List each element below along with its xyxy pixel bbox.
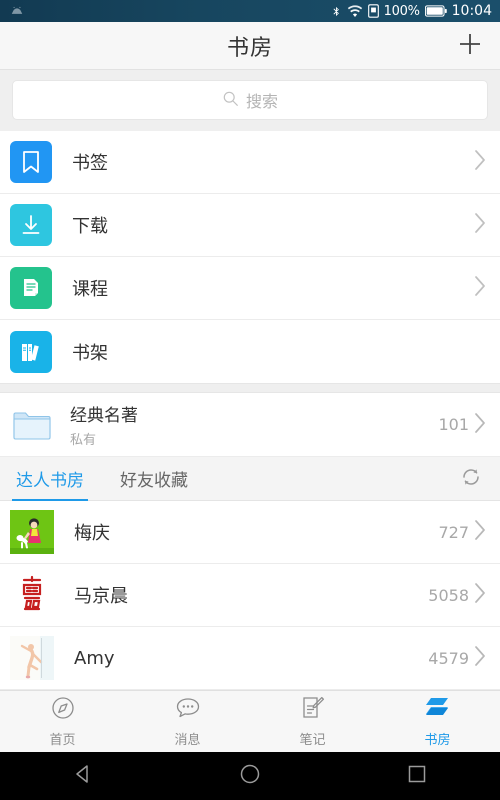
sim-icon: [367, 4, 379, 18]
home-circle-icon: [239, 763, 261, 789]
bookshelf-icon: [10, 330, 52, 373]
search-icon: [222, 90, 239, 111]
folder-title: 经典名著: [70, 406, 138, 426]
person-count: 727: [438, 522, 469, 542]
status-bar: 100% 10:04: [0, 0, 500, 22]
menu-item-downloads[interactable]: 下载: [0, 194, 500, 257]
nav-item-label: 首页: [49, 733, 76, 748]
system-home-button[interactable]: [220, 752, 280, 800]
girl-with-dog-avatar: [10, 510, 54, 554]
red-seal-avatar: [10, 573, 54, 617]
nav-item-messages[interactable]: 消息: [125, 691, 250, 752]
chevron-right-icon: [475, 646, 486, 670]
system-back-button[interactable]: [53, 752, 113, 800]
battery-full-icon: [424, 5, 447, 17]
content-scroll[interactable]: 书签 下载 课程 书架 经典名著 私有 101 达人书房 好友收藏 梅庆 727…: [0, 131, 500, 690]
tab-label: 好友收藏: [120, 471, 188, 491]
menu-item-courses[interactable]: 课程: [0, 257, 500, 320]
title-bar: 书房: [0, 22, 500, 70]
folder-count: 101: [438, 415, 469, 434]
refresh-icon: [459, 465, 483, 493]
chat-bubble-icon: [174, 695, 202, 725]
menu-item-label: 书架: [72, 342, 108, 364]
chevron-right-icon: [475, 276, 486, 300]
system-recents-button[interactable]: [387, 752, 447, 800]
person-count: 5058: [428, 585, 469, 605]
app-root: 100% 10:04 书房 搜索 书签 下载 课程 书架 经典名著 私有 101…: [0, 0, 500, 800]
android-notification-icon: [10, 4, 24, 18]
person-name: Amy: [74, 647, 115, 669]
bluetooth-icon: [331, 4, 342, 19]
chevron-right-icon: [475, 520, 486, 544]
list-item[interactable]: Amy 4579: [0, 627, 500, 690]
bottom-navigation: 首页 消息 笔记 书房: [0, 690, 500, 752]
plus-icon: [457, 31, 483, 61]
android-system-bar: [0, 752, 500, 800]
search-section: 搜索: [0, 70, 500, 131]
battery-percent-label: 100%: [383, 3, 420, 19]
status-bar-clock: 10:04: [451, 3, 492, 19]
tab-label: 达人书房: [16, 471, 84, 491]
nav-item-home[interactable]: 首页: [0, 691, 125, 752]
chevron-right-icon: [475, 412, 486, 437]
folder-subtitle: 私有: [70, 433, 97, 448]
section-divider: [0, 383, 500, 393]
recents-square-icon: [407, 764, 427, 788]
search-placeholder: 搜索: [245, 92, 278, 111]
chevron-right-icon: [475, 583, 486, 607]
menu-item-bookshelf[interactable]: 书架: [0, 320, 500, 383]
search-input[interactable]: 搜索: [12, 80, 488, 120]
chevron-right-icon: [475, 213, 486, 237]
books-stack-icon: [422, 695, 454, 725]
ballerina-avatar: [10, 636, 54, 680]
folder-row[interactable]: 经典名著 私有 101: [0, 393, 500, 457]
tab-bar: 达人书房 好友收藏: [0, 457, 500, 501]
nav-item-label: 笔记: [299, 733, 326, 748]
people-list: 梅庆 727 马京晨 5058 Amy 4579: [0, 501, 500, 690]
download-icon: [10, 204, 52, 246]
menu-item-label: 书签: [72, 153, 108, 174]
add-button[interactable]: [454, 30, 486, 62]
tab-haoyou-shoucang[interactable]: 好友收藏: [116, 457, 192, 501]
folder-icon: [12, 410, 52, 440]
status-bar-notifications: [10, 4, 24, 18]
menu-group: 书签 下载 课程 书架: [0, 131, 500, 383]
person-count: 4579: [428, 648, 469, 668]
wifi-icon: [347, 4, 363, 18]
bookmark-icon: [10, 141, 52, 183]
page-title: 书房: [226, 35, 273, 61]
nav-item-notes[interactable]: 笔记: [250, 691, 375, 752]
menu-item-label: 课程: [72, 279, 108, 300]
status-bar-indicators: 100% 10:04: [331, 3, 492, 19]
person-name: 马京晨: [74, 586, 128, 607]
folder-text: 经典名著 私有: [70, 401, 438, 448]
course-document-icon: [10, 267, 52, 309]
list-item[interactable]: 梅庆 727: [0, 501, 500, 564]
note-edit-icon: [300, 695, 326, 725]
compass-icon: [50, 695, 76, 725]
person-name: 梅庆: [74, 523, 110, 544]
back-triangle-icon: [72, 763, 94, 789]
tab-daren-shufang[interactable]: 达人书房: [12, 457, 88, 501]
nav-item-label: 消息: [174, 733, 201, 748]
refresh-button[interactable]: [456, 464, 486, 494]
chevron-right-icon: [475, 150, 486, 174]
menu-item-bookmarks[interactable]: 书签: [0, 131, 500, 194]
nav-item-label: 书房: [424, 733, 451, 748]
nav-item-study[interactable]: 书房: [375, 691, 500, 752]
list-item[interactable]: 马京晨 5058: [0, 564, 500, 627]
menu-item-label: 下载: [72, 216, 108, 237]
